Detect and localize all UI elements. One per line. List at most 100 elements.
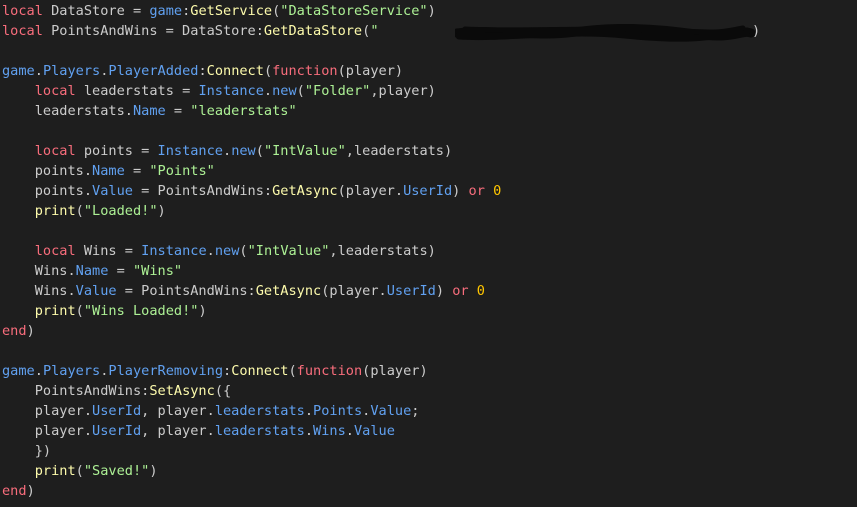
code-line: points.Name = "Points"	[0, 161, 857, 181]
code-token: print	[34, 463, 76, 479]
code-token: )	[26, 483, 35, 499]
code-token: Instance	[157, 143, 223, 159]
code-token: "IntValue"	[263, 143, 346, 159]
code-token: PlayerRemoving	[108, 363, 223, 379]
code-token: (	[255, 143, 264, 159]
code-token: DataStore =	[42, 3, 150, 19]
code-token: Name	[132, 103, 166, 119]
code-line: Wins.Value = PointsAndWins:GetAsync(play…	[0, 281, 857, 301]
code-token: "DataStoreService"	[280, 3, 428, 19]
code-token: .	[304, 423, 314, 439]
code-token: "Wins"	[132, 263, 183, 279]
code-token: Value	[370, 403, 412, 419]
code-token: GetService	[190, 3, 273, 19]
code-token: Connect	[206, 63, 264, 79]
code-line: game.Players.PlayerRemoving:Connect(func…	[0, 361, 857, 381]
code-token: points =	[75, 143, 158, 159]
code-token: local	[34, 83, 76, 99]
code-editor[interactable]: local DataStore = game: GetService ( "DataS…	[0, 0, 857, 507]
code-token: ;	[411, 403, 420, 419]
code-line: print("Saved!")	[0, 461, 857, 481]
code-token: ({	[214, 383, 232, 399]
code-token: Value	[92, 183, 133, 199]
code-token: (	[75, 463, 84, 479]
code-token: "Points"	[149, 163, 215, 179]
code-token: .	[34, 63, 43, 79]
code-token: game	[2, 363, 35, 379]
code-token: "	[370, 23, 379, 39]
code-token: leaderstats.	[2, 103, 133, 119]
code-token: UserId	[403, 183, 453, 199]
code-line: local DataStore = game:GetService("DataS…	[0, 1, 857, 21]
code-line: end)	[0, 321, 857, 341]
code-token: print	[34, 303, 76, 319]
code-token: ,leaderstats)	[345, 143, 453, 159]
code-token: (	[296, 83, 305, 99]
code-token: (player)	[362, 363, 428, 379]
code-token: Wins.	[2, 263, 76, 279]
code-token: )	[198, 303, 207, 319]
code-line: print("Loaded!")	[0, 201, 857, 221]
code-token: .	[206, 243, 215, 259]
code-token: PointsAndWins:	[2, 383, 150, 399]
code-token: =	[124, 163, 150, 179]
code-token: PlayerAdded	[108, 63, 199, 79]
code-token: GetAsync	[255, 283, 322, 299]
code-token: local	[2, 3, 43, 19]
code-token: (player.	[321, 283, 387, 299]
code-token: game	[2, 63, 35, 79]
code-token: .	[345, 423, 354, 439]
code-token: "Saved!"	[83, 463, 150, 479]
code-token: (	[239, 243, 248, 259]
code-token: game	[149, 3, 183, 19]
code-token: PointsAndWins = DataStore:	[42, 23, 264, 39]
code-token: Value	[75, 283, 117, 299]
code-token: 0	[493, 183, 502, 199]
code-token: =	[165, 103, 191, 119]
code-line: local Wins = Instance.new("IntValue",lea…	[0, 241, 857, 261]
code-token: Wins	[313, 423, 346, 439]
code-token: local	[34, 143, 76, 159]
code-line: leaderstats.Name = "leaderstats"	[0, 101, 857, 121]
code-token: , player.	[141, 403, 215, 419]
code-token: new	[214, 243, 240, 259]
code-token: = PointsAndWins:	[132, 183, 273, 199]
code-token: GetDataStore	[263, 23, 363, 39]
code-line: game.Players.PlayerAdded:Connect(functio…	[0, 61, 857, 81]
code-token: )	[149, 463, 158, 479]
code-token: .	[34, 363, 43, 379]
code-token: Name	[92, 163, 125, 179]
code-token: Instance	[198, 83, 264, 99]
code-line: local points = Instance.new("IntValue",l…	[0, 141, 857, 161]
code-token: :	[223, 363, 232, 379]
code-token: new	[231, 143, 256, 159]
code-token: local	[2, 23, 43, 39]
code-token: 0	[476, 283, 485, 299]
code-token: .	[263, 83, 273, 99]
redaction-scribble	[455, 24, 755, 42]
code-token: = PointsAndWins:	[116, 283, 256, 299]
code-token: Players	[42, 363, 101, 379]
code-token: player.	[2, 403, 93, 419]
code-token: leaderstats	[214, 403, 305, 419]
code-token: function	[296, 363, 363, 379]
code-token: , player.	[141, 423, 215, 439]
code-line: print("Wins Loaded!")	[0, 301, 857, 321]
code-token: leaderstats	[214, 423, 305, 439]
code-token: Instance	[141, 243, 207, 259]
code-token: leaderstats =	[75, 83, 199, 99]
code-token: UserId	[92, 403, 142, 419]
code-token: .	[223, 143, 232, 159]
code-token: =	[108, 263, 133, 279]
code-token: :	[198, 63, 207, 79]
code-token: ,leaderstats)	[329, 243, 436, 259]
